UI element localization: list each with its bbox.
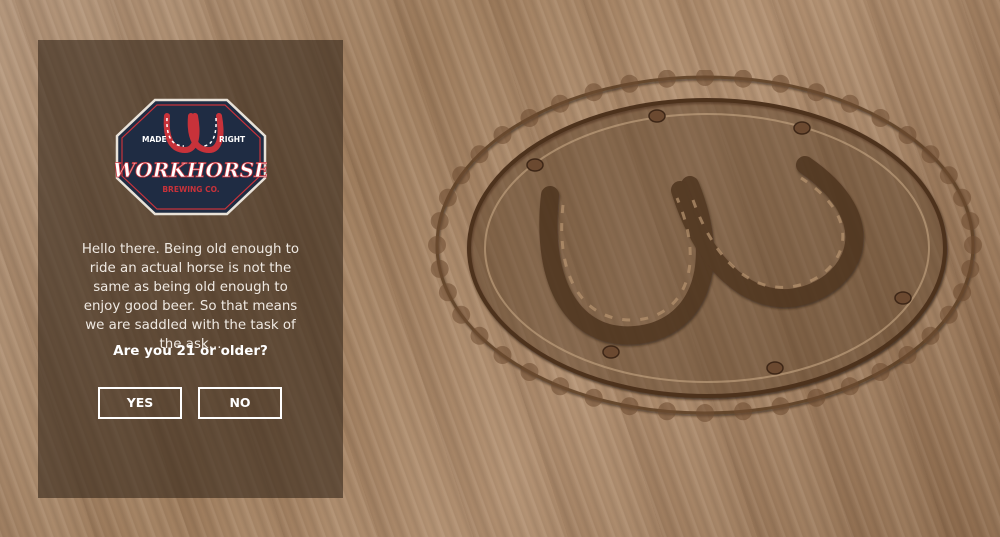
horseshoe-emblem-icon: [428, 70, 982, 422]
logo-subtitle: BREWING CO.: [162, 185, 219, 194]
logo-made-text: MADE: [142, 135, 167, 144]
logo-wordmark: WORKHORSE: [115, 158, 267, 182]
age-gate-message: Hello there. Being old enough to ride an…: [81, 242, 300, 352]
workhorse-logo: MADE RIGHT WORKHORSE BREWING CO.: [115, 98, 267, 216]
age-gate-panel: MADE RIGHT WORKHORSE BREWING CO. Hello t…: [38, 40, 343, 498]
yes-button[interactable]: YES: [98, 387, 182, 419]
age-question: Are you 21 or older?: [113, 343, 268, 359]
logo-right-text: RIGHT: [219, 135, 246, 144]
no-button[interactable]: NO: [198, 387, 282, 419]
